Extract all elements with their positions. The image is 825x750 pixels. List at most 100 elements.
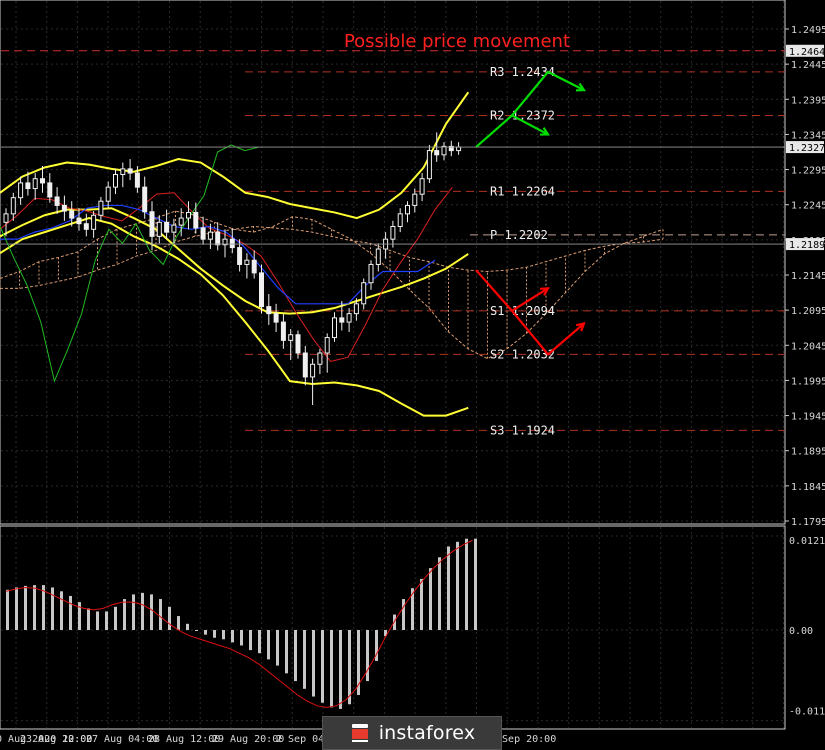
candle-body xyxy=(98,200,104,216)
histogram-bar xyxy=(420,578,423,630)
histogram-bar xyxy=(447,546,450,630)
instaforex-logo-icon xyxy=(351,724,368,742)
histogram-bar xyxy=(456,541,459,630)
candle-body xyxy=(368,263,374,284)
histogram-bar xyxy=(474,538,477,630)
candle-body xyxy=(54,196,60,206)
candle-body xyxy=(186,211,191,219)
candle-body xyxy=(397,213,403,228)
candle-body xyxy=(76,217,82,225)
histogram-bar xyxy=(303,630,306,689)
candle-body xyxy=(200,227,206,240)
oscillator-panel-frame xyxy=(0,525,786,730)
histogram-bar xyxy=(321,630,324,703)
price-tag-label: 1.2464 xyxy=(789,47,825,58)
histogram-bar xyxy=(168,606,171,630)
y-tick-label: 1.2345 xyxy=(791,130,825,141)
histogram-bar xyxy=(240,630,243,646)
level-label-s1: S1 1.2094 xyxy=(490,304,555,318)
candle-body xyxy=(412,193,418,206)
candle-body xyxy=(390,226,396,240)
histogram-bar xyxy=(123,599,126,630)
histogram-bar xyxy=(231,630,234,643)
histogram-bar xyxy=(339,630,342,709)
candle-body xyxy=(149,211,155,237)
histogram-bar xyxy=(51,587,54,630)
candle-body xyxy=(280,321,286,341)
y-tick-label: 1.1945 xyxy=(791,412,825,423)
oscillator-tick-label: 0.00 xyxy=(789,626,813,637)
y-tick-label: 1.2395 xyxy=(791,95,825,106)
y-tick-label: 1.1795 xyxy=(791,517,825,528)
candle-body xyxy=(456,146,462,152)
candle-body xyxy=(244,259,250,265)
histogram-bar xyxy=(141,592,144,630)
y-tick-label: 1.2095 xyxy=(791,306,825,317)
candle-body xyxy=(405,204,410,215)
y-tick-label: 1.1845 xyxy=(791,482,825,493)
histogram-bar xyxy=(195,630,198,631)
candle-body xyxy=(40,178,45,184)
y-tick-label: 1.2495 xyxy=(791,25,825,36)
candle-body xyxy=(426,150,432,180)
histogram-bar xyxy=(87,608,90,630)
y-tick-label: 1.2145 xyxy=(791,271,825,282)
candle-body xyxy=(193,211,199,229)
histogram-bar xyxy=(150,594,153,630)
histogram-bar xyxy=(402,599,405,630)
candle-body xyxy=(288,334,294,341)
histogram-bar xyxy=(249,630,252,651)
candle-body xyxy=(251,259,257,274)
y-tick-label: 1.2295 xyxy=(791,166,825,177)
histogram-bar xyxy=(24,585,27,630)
candle-body xyxy=(332,317,337,339)
candle-body xyxy=(134,172,140,188)
y-tick-label: 1.1895 xyxy=(791,447,825,458)
candle-body xyxy=(266,306,272,315)
histogram-bar xyxy=(159,599,162,630)
histogram-bar xyxy=(348,630,351,705)
histogram-bar xyxy=(429,568,432,630)
y-tick-label: 1.2445 xyxy=(791,60,825,71)
candle-body xyxy=(171,224,177,233)
candle-body xyxy=(361,282,367,305)
candle-body xyxy=(10,197,16,215)
candle-body xyxy=(113,173,118,188)
histogram-bar xyxy=(42,585,45,630)
histogram-bar xyxy=(60,591,63,630)
candle-body xyxy=(310,363,316,378)
price-tag-label: 1.2189 xyxy=(789,240,825,251)
price-tag-label: 1.2327 xyxy=(789,143,825,154)
x-tick-label: 29 Aug 20:00 xyxy=(212,734,284,745)
candle-body xyxy=(273,313,279,323)
y-tick-label: 1.1995 xyxy=(791,376,825,387)
candle-body xyxy=(47,182,53,198)
x-tick-label: 23 Aug 20:00 xyxy=(20,734,92,745)
candle-body xyxy=(207,231,213,240)
candle-body xyxy=(142,186,148,213)
histogram-bar xyxy=(330,630,333,708)
histogram-bar xyxy=(465,538,468,630)
candle-body xyxy=(302,352,308,378)
candle-body xyxy=(324,337,330,354)
histogram-bar xyxy=(6,589,9,630)
level-label-s3: S3 1.1924 xyxy=(490,423,555,437)
histogram-bar xyxy=(186,623,189,630)
histogram-bar xyxy=(96,611,99,630)
histogram-bar xyxy=(69,595,72,630)
candle-body xyxy=(61,204,67,212)
candle-body xyxy=(346,313,352,323)
price-panel-frame xyxy=(0,0,786,525)
chart-title: Possible price movement xyxy=(344,31,570,52)
histogram-bar xyxy=(15,587,18,630)
candle-body xyxy=(127,168,133,174)
candle-body xyxy=(18,182,24,199)
candle-body xyxy=(295,334,301,354)
candle-body xyxy=(83,223,89,230)
histogram-bar xyxy=(132,594,135,630)
histogram-bar xyxy=(258,630,261,654)
instaforex-logo-text: instaforex xyxy=(378,722,476,744)
histogram-bar xyxy=(276,630,279,666)
level-label-p: P 1.2202 xyxy=(490,228,548,242)
candle-body xyxy=(164,221,170,233)
